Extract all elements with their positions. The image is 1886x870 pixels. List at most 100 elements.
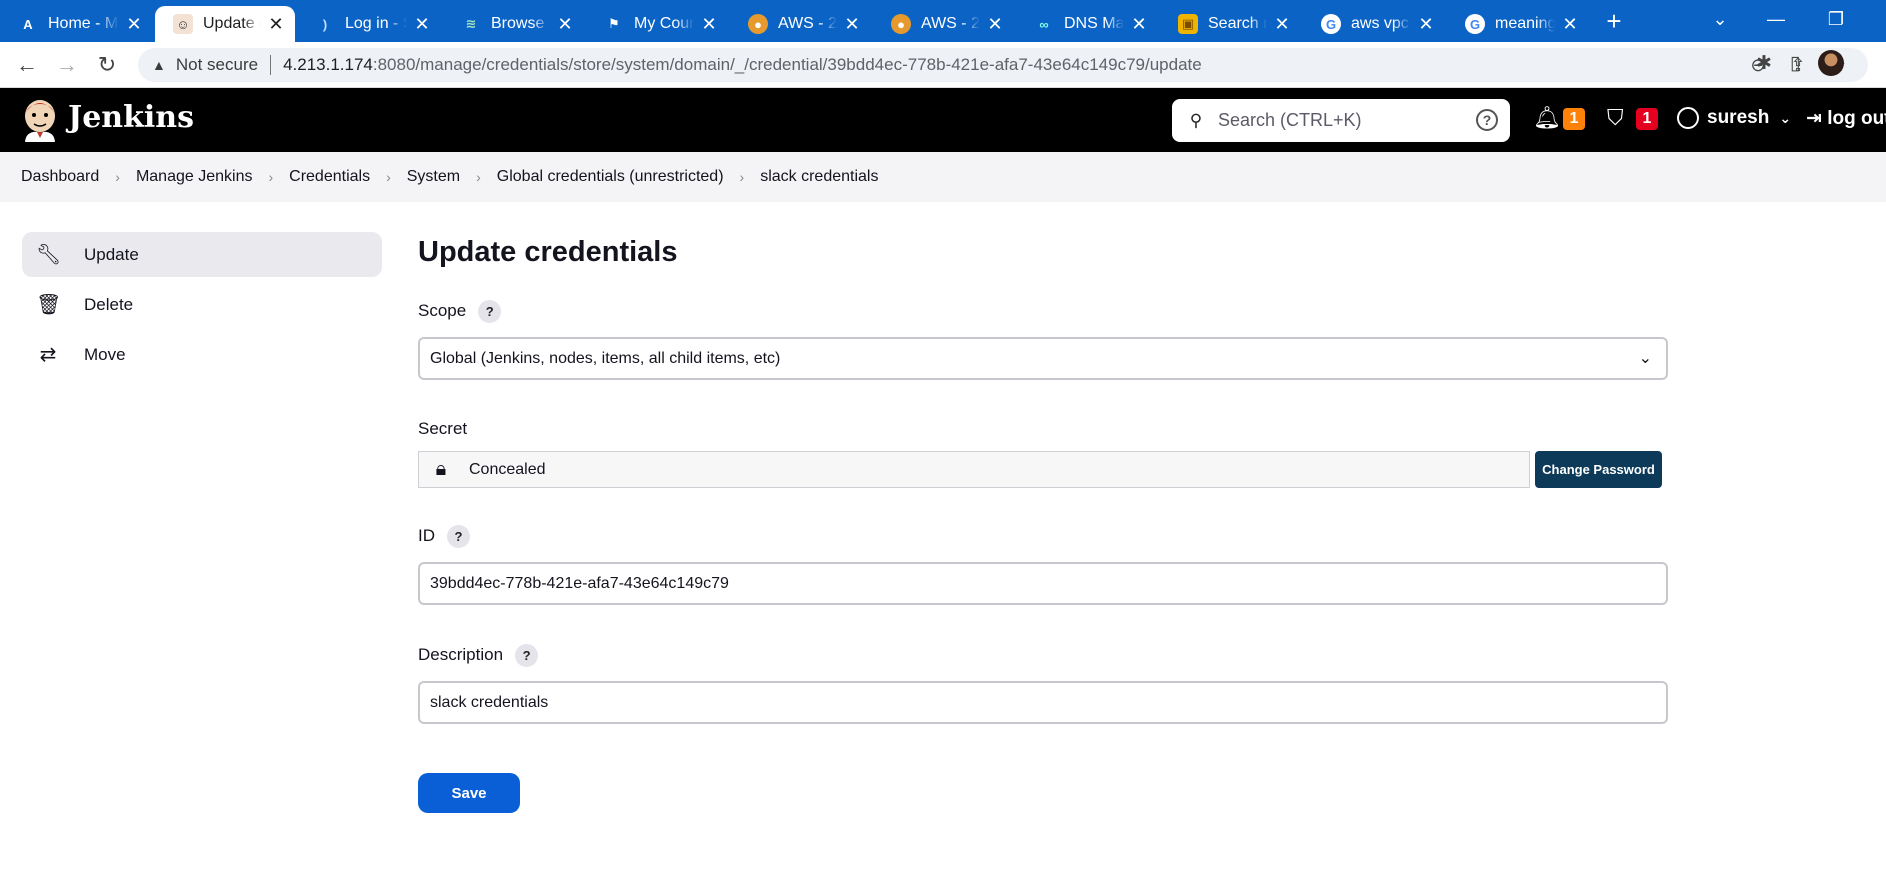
- notifications-badge[interactable]: 1: [1563, 108, 1585, 130]
- description-label: Description ?: [418, 643, 1668, 667]
- breadcrumb: Dashboard › Manage Jenkins › Credentials…: [0, 152, 1886, 202]
- breadcrumb-item-current[interactable]: slack credentials: [760, 168, 878, 186]
- breadcrumb-item[interactable]: Credentials: [289, 168, 370, 186]
- tab-search-icon[interactable]: ⌄: [1690, 0, 1750, 42]
- secret-field: 🔒︎ Concealed Change Password: [418, 451, 1668, 488]
- scope-help-button[interactable]: ?: [478, 299, 502, 323]
- chevron-right-icon: ›: [115, 169, 120, 185]
- breadcrumb-item[interactable]: System: [407, 168, 460, 186]
- stack-icon: ≋: [465, 16, 477, 31]
- secret-concealed-box: 🔒︎ Concealed: [418, 451, 1530, 488]
- browser-tab-active[interactable]: ☺ Update cre ✕: [155, 6, 295, 42]
- close-tab-icon[interactable]: ✕: [843, 14, 861, 35]
- close-tab-icon[interactable]: ✕: [1273, 14, 1291, 35]
- warning-icon: ▲: [152, 57, 166, 73]
- aws-icon: ●: [891, 14, 911, 34]
- close-tab-icon[interactable]: ✕: [125, 14, 143, 35]
- logout-icon: ⇥: [1806, 108, 1822, 129]
- close-tab-icon[interactable]: ✕: [267, 14, 285, 35]
- restore-icon[interactable]: ❐: [1806, 0, 1866, 42]
- id-label: ID ?: [418, 524, 1668, 548]
- page-title: Update credentials: [418, 236, 678, 268]
- browser-tab[interactable]: ) Log in - S ✕: [297, 6, 441, 42]
- browser-tab[interactable]: ⚑ My Cours ✕: [586, 6, 728, 42]
- browser-tab[interactable]: G meaning ✕: [1447, 6, 1589, 42]
- search-help-icon[interactable]: ?: [1476, 109, 1498, 131]
- jenkins-title[interactable]: Jenkins: [68, 100, 194, 135]
- chevron-right-icon: ›: [386, 169, 391, 185]
- browser-tab[interactable]: A Home - M ✕: [0, 6, 153, 42]
- forward-icon[interactable]: →: [52, 50, 82, 80]
- browser-tab[interactable]: ≋ Browse - ✕: [443, 6, 584, 42]
- side-panel: 🔧︎ Update 🗑︎ Delete ⇄ Move: [22, 232, 382, 382]
- sidebar-item-update[interactable]: 🔧︎ Update: [22, 232, 382, 277]
- jenkins-icon: ☺: [173, 14, 193, 34]
- browser-tab-strip: A Home - M ✕ ☺ Update cre ✕ ) Log in - S…: [0, 0, 1886, 42]
- chevron-down-icon: ⌄: [1779, 109, 1792, 126]
- reload-icon[interactable]: ↻: [92, 50, 122, 80]
- search-box[interactable]: ⚲ Search (CTRL+K) ?: [1172, 99, 1510, 142]
- user-icon: [1677, 107, 1699, 129]
- search-icon: ⚲: [1189, 110, 1203, 130]
- chevron-right-icon: ›: [476, 169, 481, 185]
- close-tab-icon[interactable]: ✕: [556, 14, 574, 35]
- extensions-icon[interactable]: ✱: [1756, 52, 1772, 75]
- new-tab-icon[interactable]: +: [1599, 6, 1629, 36]
- minimize-icon[interactable]: —: [1746, 0, 1806, 42]
- address-bar: ← → ↻ ▲ Not secure 4.213.1.174 :8080/man…: [0, 42, 1886, 88]
- close-tab-icon[interactable]: ✕: [1417, 14, 1435, 35]
- description-field[interactable]: slack credentials: [418, 681, 1668, 724]
- close-tab-icon[interactable]: ✕: [1561, 14, 1579, 35]
- lock-icon: 🔒︎: [435, 458, 447, 480]
- id-field[interactable]: 39bdd4ec-778b-421e-afa7-43e64c149c79: [418, 562, 1668, 605]
- browser-tab[interactable]: G aws vpc - ✕: [1303, 6, 1445, 42]
- change-password-button[interactable]: Change Password: [1535, 451, 1662, 488]
- close-tab-icon[interactable]: ✕: [986, 14, 1004, 35]
- jenkins-header: Jenkins ⚲ Search (CTRL+K) ? 🔔︎ 1 ⛉ 1 sur…: [0, 88, 1886, 152]
- user-menu[interactable]: suresh ⌄: [1677, 107, 1791, 129]
- course-icon: ⚑: [608, 16, 620, 31]
- security-badge[interactable]: 1: [1636, 108, 1658, 130]
- breadcrumb-item[interactable]: Manage Jenkins: [136, 168, 253, 186]
- id-help-button[interactable]: ?: [447, 524, 470, 548]
- save-button[interactable]: Save: [418, 773, 520, 813]
- description-help-button[interactable]: ?: [515, 643, 539, 667]
- profile-avatar[interactable]: [1818, 50, 1845, 76]
- box-icon: ▣: [1178, 14, 1198, 34]
- dns-icon: ∞: [1039, 16, 1049, 32]
- aws-icon: ●: [748, 14, 768, 34]
- bell-icon[interactable]: 🔔︎: [1533, 105, 1561, 131]
- browser-tab[interactable]: ▣ Search re ✕: [1160, 6, 1301, 42]
- update-credentials-form: Update credentials Scope ? Global (Jenki…: [418, 236, 1668, 813]
- secret-label: Secret: [418, 419, 468, 438]
- close-tab-icon[interactable]: ✕: [700, 14, 718, 35]
- sidebar-item-delete[interactable]: 🗑︎ Delete: [22, 282, 382, 327]
- chevron-right-icon: ›: [268, 169, 274, 185]
- jenkins-logo-icon[interactable]: [20, 98, 60, 142]
- google-icon: G: [1321, 14, 1341, 34]
- azure-icon: A: [23, 16, 33, 32]
- browser-tab[interactable]: ● AWS - 20 ✕: [730, 6, 871, 42]
- shield-icon[interactable]: ⛉: [1607, 105, 1624, 131]
- wrench-icon: 🔧︎: [36, 244, 62, 266]
- chevron-down-icon: ⌄: [1638, 350, 1652, 367]
- google-icon: G: [1465, 14, 1485, 34]
- trash-icon: 🗑︎: [36, 294, 62, 316]
- breadcrumb-item[interactable]: Global credentials (unrestricted): [497, 168, 724, 186]
- close-tab-icon[interactable]: ✕: [413, 14, 431, 35]
- logout-link[interactable]: ⇥ log out: [1806, 107, 1886, 130]
- sidebar-item-move[interactable]: ⇄ Move: [22, 332, 382, 377]
- back-icon[interactable]: ←: [12, 50, 42, 80]
- close-tab-icon[interactable]: ✕: [1130, 14, 1148, 35]
- chevron-right-icon: ›: [739, 169, 745, 185]
- arrows-icon: ⇄: [39, 344, 57, 366]
- breadcrumb-item[interactable]: Dashboard: [21, 168, 99, 186]
- url-field[interactable]: ▲ Not secure 4.213.1.174 :8080/manage/cr…: [138, 48, 1868, 82]
- browser-tab[interactable]: ● AWS - 20 ✕: [873, 6, 1014, 42]
- side-panel-icon[interactable]: ▯: [1790, 52, 1800, 75]
- sonar-icon: ): [322, 16, 328, 32]
- scope-select[interactable]: Global (Jenkins, nodes, items, all child…: [418, 337, 1668, 380]
- search-input[interactable]: Search (CTRL+K): [1218, 110, 1362, 131]
- browser-tab[interactable]: ∞ DNS Man ✕: [1016, 6, 1158, 42]
- scope-label: Scope ?: [418, 299, 1668, 323]
